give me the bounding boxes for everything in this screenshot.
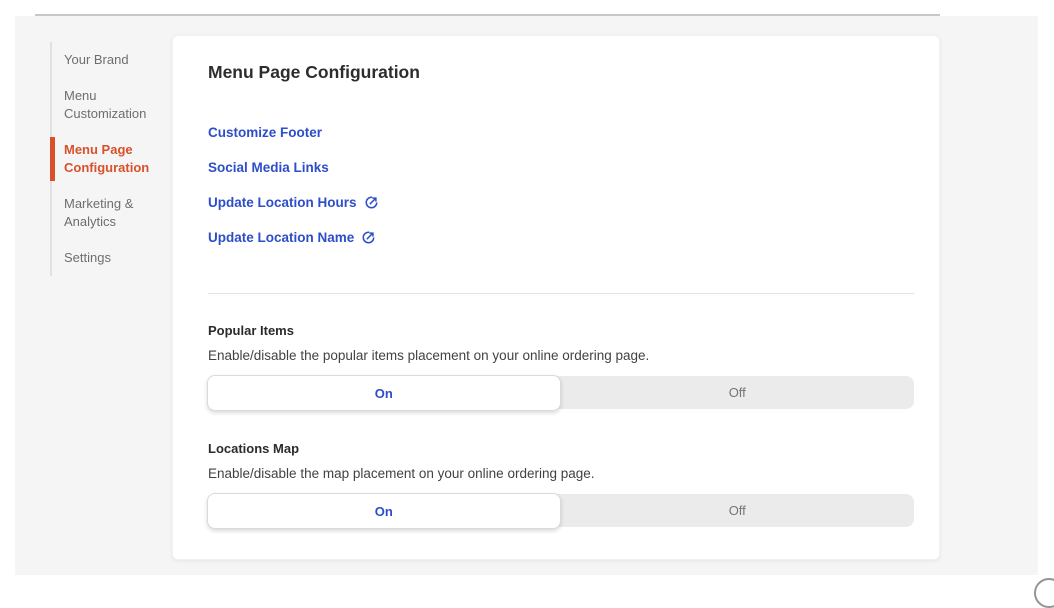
segmented-control: OnOff [208, 494, 914, 527]
menu-page-configuration-card: Menu Page Configuration Customize Footer… [172, 35, 940, 560]
locations-map-on-segment[interactable]: On [207, 493, 561, 529]
sidebar-item-label: Your Brand [64, 52, 129, 67]
toggle-section-locations-map: Locations Map Enable/disable the map pla… [208, 441, 914, 527]
external-link-icon [364, 195, 379, 210]
sidebar-item-label: Settings [64, 250, 111, 265]
sidebar-item-label: Menu Page Configuration [64, 142, 149, 175]
link-customize-footer[interactable]: Customize Footer [208, 124, 914, 141]
toggle-label: Locations Map [208, 441, 914, 457]
link-label: Social Media Links [208, 160, 329, 175]
sidebar-item-label: Menu Customization [64, 88, 146, 121]
toggle-description: Enable/disable the popular items placeme… [208, 347, 914, 364]
sidebar-item-your-brand[interactable]: Your Brand [52, 42, 172, 78]
toggle-section-popular-items: Popular Items Enable/disable the popular… [208, 323, 914, 409]
popular-items-off-segment[interactable]: Off [561, 376, 915, 409]
sidebar-item-label: Marketing & Analytics [64, 196, 133, 229]
sidebar-item-menu-page-configuration[interactable]: Menu Page Configuration [52, 132, 172, 186]
locations-map-off-segment[interactable]: Off [561, 494, 915, 527]
link-label: Update Location Name [208, 230, 354, 245]
toggle-description: Enable/disable the map placement on your… [208, 465, 914, 482]
link-label: Customize Footer [208, 125, 322, 140]
settings-sidebar-nav: Your Brand Menu Customization Menu Page … [50, 42, 172, 276]
toggle-label: Popular Items [208, 323, 914, 339]
segmented-control: OnOff [208, 376, 914, 409]
sidebar-item-marketing-analytics[interactable]: Marketing & Analytics [52, 186, 172, 240]
configuration-links: Customize Footer Social Media Links Upda… [208, 124, 914, 246]
external-link-icon [361, 230, 376, 245]
link-label: Update Location Hours [208, 195, 357, 210]
section-divider [208, 293, 914, 294]
link-update-location-hours[interactable]: Update Location Hours [208, 194, 914, 211]
content-area: Your Brand Menu Customization Menu Page … [15, 16, 1038, 575]
toggle-sections: Popular Items Enable/disable the popular… [208, 323, 914, 527]
sidebar-item-settings[interactable]: Settings [52, 240, 172, 276]
link-social-media-links[interactable]: Social Media Links [208, 159, 914, 176]
help-widget-button[interactable] [1034, 578, 1054, 608]
popular-items-on-segment[interactable]: On [207, 375, 561, 411]
page-title: Menu Page Configuration [208, 36, 914, 82]
link-update-location-name[interactable]: Update Location Name [208, 229, 914, 246]
sidebar-item-menu-customization[interactable]: Menu Customization [52, 78, 172, 132]
